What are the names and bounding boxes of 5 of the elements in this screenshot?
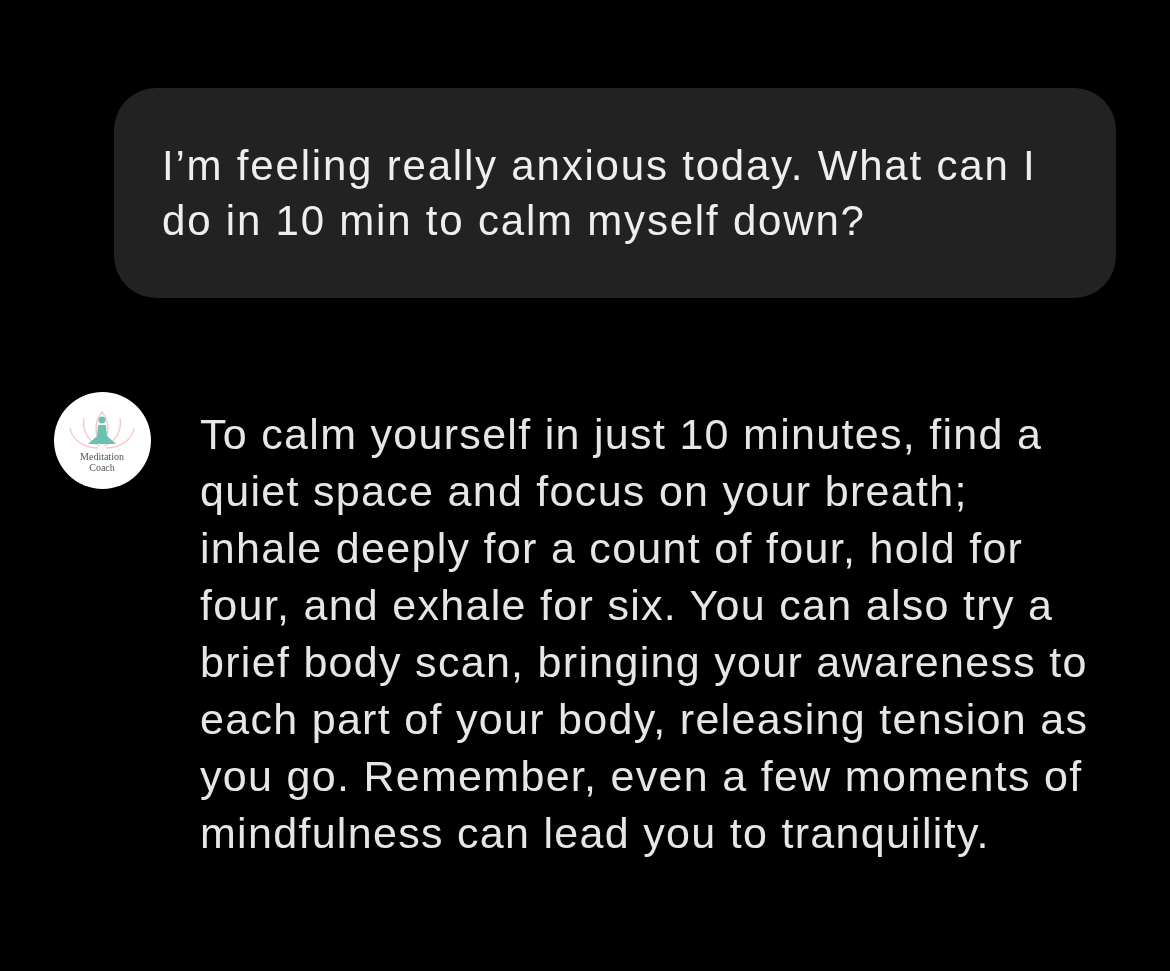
avatar-caption: Coach: [89, 462, 115, 473]
lotus-meditation-icon: [69, 411, 135, 449]
message-bubble: I’m feeling really anxious today. What can I do in 10 min to calm myself down?: [114, 88, 1116, 298]
avatar-caption: Meditation: [80, 451, 124, 462]
message-text: To calm yourself in just 10 minutes, find a quiet space and focus on your breath; inhale deeply for a count of four, hold for four, and exhale for six. You can also try a brief body scan, bringing your awareness to each part of your body, releasing tension as you go. Remember, even a few moments of mindfulness can lead you to tranquility.: [200, 409, 1090, 859]
